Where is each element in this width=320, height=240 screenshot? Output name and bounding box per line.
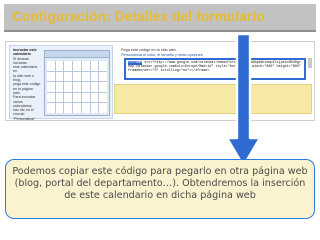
- embed-info-line: este calendario en: [13, 65, 38, 74]
- embed-code-text: src="http://www.google.com/calendar/embe…: [128, 61, 301, 74]
- embed-code-textarea[interactable]: <iframe src="http://www.google.com/calen…: [124, 58, 306, 80]
- embed-info-line: en tu página web.: [13, 86, 33, 95]
- pointer-arrow-shape: [225, 32, 262, 168]
- calendar-preview-header: [45, 51, 109, 58]
- caption-text: Podemos copiar este código para pegarlo …: [12, 166, 308, 201]
- embed-info-panel: Incrustar este calendario Si deseas incr…: [9, 45, 113, 121]
- pointer-arrow-icon: [225, 32, 262, 168]
- calendar-preview-thumbnail: [44, 50, 110, 116]
- embed-info-line: "Personalizar".: [13, 116, 37, 121]
- embedded-screenshot: Incrustar este calendario Si deseas incr…: [5, 41, 315, 121]
- embed-info-heading: Incrustar este calendario: [13, 48, 37, 57]
- embed-info-line: Si deseas incrustar: [13, 56, 29, 65]
- slide-title: Configuración: Detalles del formulario: [12, 9, 265, 24]
- calendar-preview-grid: [47, 61, 107, 113]
- embed-info-line: tu sitio web o blog,: [13, 73, 34, 83]
- slide-title-bar: Configuración: Detalles del formulario: [4, 4, 316, 32]
- caption-callout: Podemos copiar este código para pegarlo …: [5, 159, 315, 219]
- code-scrollbar[interactable]: [308, 58, 312, 68]
- embed-instructions: Pega este código en tu sitio web. Person…: [121, 48, 203, 57]
- embed-info-line: varios calendarios,: [13, 99, 33, 108]
- customize-link[interactable]: Personalizar el color, el tamaño y otras…: [121, 53, 203, 58]
- embed-info-text: Incrustar este calendario Si deseas incr…: [13, 48, 41, 121]
- highlight-band: [114, 84, 312, 114]
